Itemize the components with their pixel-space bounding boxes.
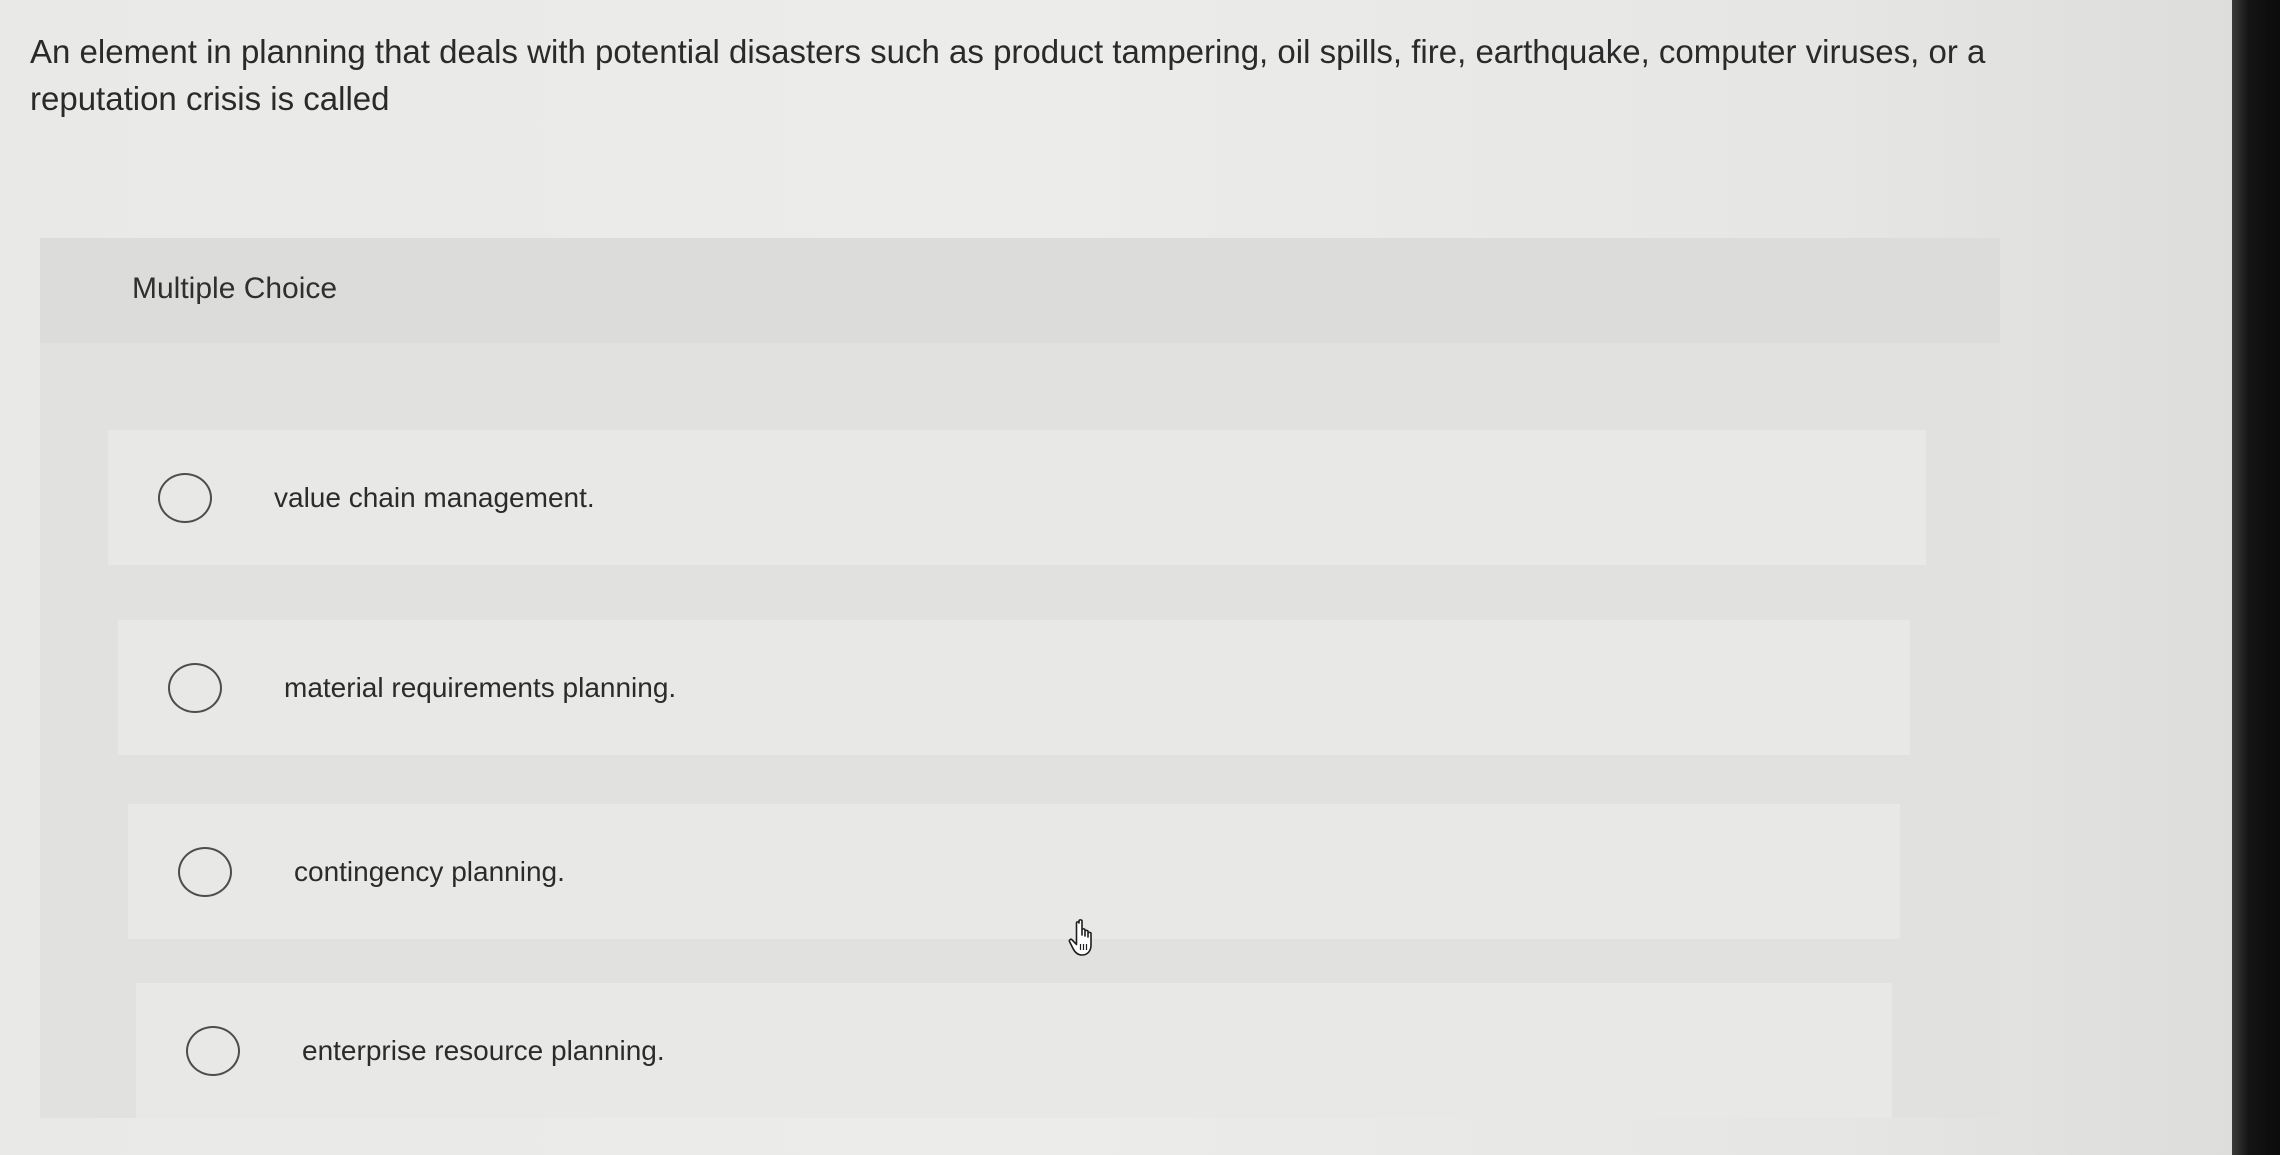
multiple-choice-panel: Multiple Choice value chain management. … xyxy=(40,238,2000,1118)
answer-option-label: material requirements planning. xyxy=(284,671,677,703)
answer-option-1[interactable]: value chain management. xyxy=(108,430,1926,565)
answer-option-label: contingency planning. xyxy=(294,855,565,887)
radio-button-icon[interactable] xyxy=(178,846,232,897)
answer-option-label: value chain management. xyxy=(274,481,595,513)
answer-option-2[interactable]: material requirements planning. xyxy=(118,620,1910,755)
question-text: An element in planning that deals with p… xyxy=(30,33,1986,117)
radio-button-icon[interactable] xyxy=(168,662,222,713)
answer-options: value chain management. material require… xyxy=(40,238,2000,1118)
radio-button-icon[interactable] xyxy=(186,1025,240,1076)
radio-button-icon[interactable] xyxy=(158,472,212,523)
answer-option-label: enterprise resource planning. xyxy=(302,1034,665,1066)
hand-pointer-icon xyxy=(1068,919,1092,956)
answer-option-3[interactable]: contingency planning. xyxy=(128,804,1900,939)
answer-option-4[interactable]: enterprise resource planning. xyxy=(136,983,1892,1118)
monitor-bezel xyxy=(2232,0,2280,1155)
